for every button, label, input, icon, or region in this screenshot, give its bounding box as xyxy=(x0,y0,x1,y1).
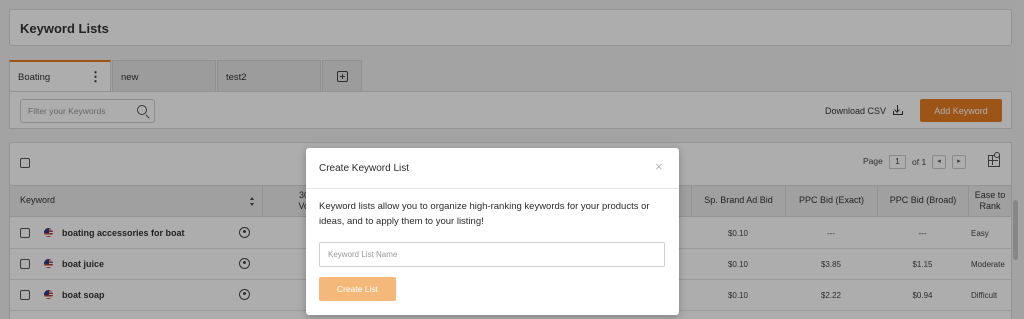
modal-divider xyxy=(306,188,679,189)
keyword-list-name-input[interactable] xyxy=(319,242,665,267)
modal-description: Keyword lists allow you to organize high… xyxy=(319,201,650,227)
close-icon[interactable]: × xyxy=(655,160,663,173)
modal-title: Create Keyword List xyxy=(319,163,410,174)
create-list-button[interactable]: Create List xyxy=(319,277,396,301)
create-keyword-list-modal: Create Keyword List × Keyword lists allo… xyxy=(306,148,679,315)
